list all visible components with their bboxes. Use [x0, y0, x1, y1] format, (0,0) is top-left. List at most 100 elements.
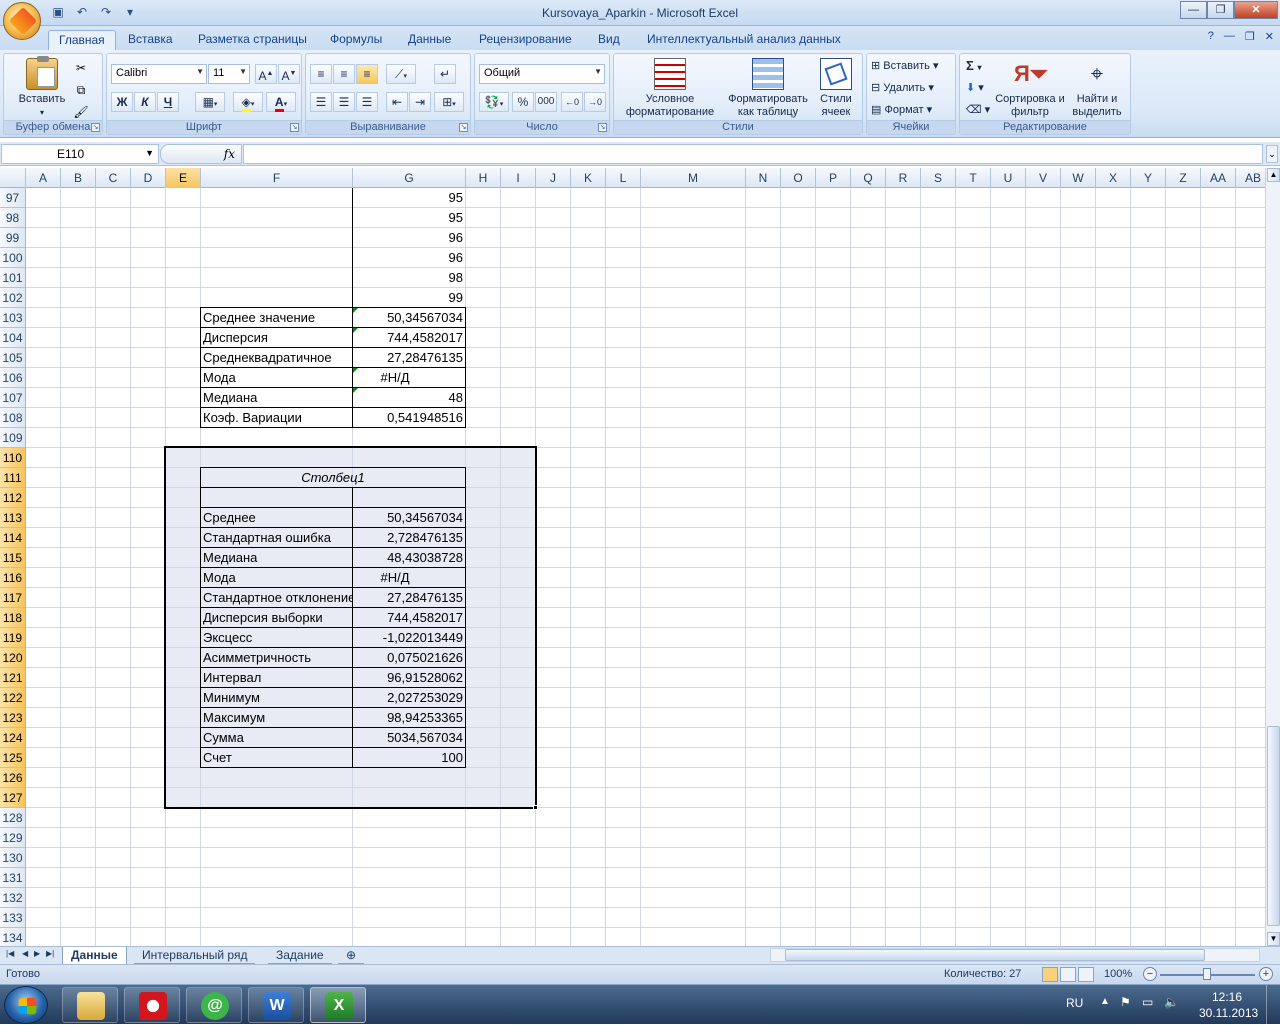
language-indicator[interactable]: RU [1066, 996, 1083, 1010]
format-cells-button[interactable]: ▤ Формат ▾ [871, 100, 932, 120]
shrink-font-button[interactable]: A▼ [278, 64, 300, 84]
row-header[interactable]: 133 [0, 908, 26, 928]
taskbar-excel[interactable]: X [310, 987, 366, 1023]
table-header-cell[interactable]: Столбец1 [201, 468, 465, 488]
tab-data-mining[interactable]: Интеллектуальный анализ данных [637, 30, 851, 50]
stat-label-cell[interactable]: Дисперсия выборки [201, 608, 352, 628]
expand-formula-bar-button[interactable]: ⌄ [1266, 145, 1278, 163]
clear-button[interactable]: ⌫ ▾ [966, 100, 990, 120]
paste-button[interactable]: Вставить ▾ [12, 56, 72, 119]
insert-sheet-icon[interactable]: ⊕ [338, 947, 365, 964]
row-header[interactable]: 122 [0, 688, 26, 708]
stat-value-cell[interactable]: 27,28476135 [353, 588, 465, 608]
scroll-down-arrow-icon[interactable]: ▼ [1267, 932, 1280, 946]
column-header[interactable]: C [96, 168, 131, 188]
value-cell[interactable]: 96 [353, 228, 465, 248]
row-header[interactable]: 132 [0, 888, 26, 908]
insert-function-button[interactable]: fx [224, 147, 235, 161]
ribbon-restore-icon[interactable]: ❐ [1245, 30, 1255, 43]
value-cell[interactable]: 95 [353, 188, 465, 208]
column-header[interactable]: F [201, 168, 353, 188]
column-header[interactable]: L [606, 168, 641, 188]
tab-data[interactable]: Данные [398, 30, 461, 50]
align-left-button[interactable]: ☰ [310, 92, 332, 112]
align-right-button[interactable]: ☰ [356, 92, 378, 112]
name-box[interactable]: E110 ▼ [1, 144, 159, 164]
stat-value-cell[interactable]: 2,728476135 [353, 528, 465, 548]
italic-button[interactable]: К [134, 92, 156, 112]
row-header[interactable]: 128 [0, 808, 26, 828]
stat-value-cell[interactable]: 98,94253365 [353, 708, 465, 728]
stat-value-cell[interactable]: 48,43038728 [353, 548, 465, 568]
stat-label-cell[interactable]: Асимметричность [201, 648, 352, 668]
row-header[interactable]: 121 [0, 668, 26, 688]
clock-time[interactable]: 12:16 [1212, 990, 1242, 1004]
row-header[interactable]: 124 [0, 728, 26, 748]
copy-icon[interactable]: ⧉ [70, 80, 92, 100]
borders-button[interactable]: ▦▾ [195, 92, 225, 112]
tab-formulas[interactable]: Формулы [320, 30, 392, 50]
tab-page-layout[interactable]: Разметка страницы [188, 30, 317, 50]
fill-color-button[interactable]: ◈▾ [233, 92, 263, 112]
tab-home[interactable]: Главная [48, 30, 116, 51]
column-header[interactable]: J [536, 168, 571, 188]
column-header[interactable]: R [886, 168, 921, 188]
row-header[interactable]: 104 [0, 328, 26, 348]
row-header[interactable]: 109 [0, 428, 26, 448]
value-cell[interactable]: 96 [353, 248, 465, 268]
stat-label-cell[interactable]: Коэф. Вариации [201, 408, 352, 428]
volume-icon[interactable]: 🔈 [1164, 995, 1179, 1009]
number-format-select[interactable]: Общий ▼ [479, 64, 605, 84]
page-break-view-icon[interactable] [1078, 967, 1094, 982]
row-header[interactable]: 114 [0, 528, 26, 548]
row-header[interactable]: 134 [0, 928, 26, 946]
stat-label-cell[interactable]: Стандартное отклонение [201, 588, 352, 608]
font-size-select[interactable]: 11 ▼ [208, 64, 250, 84]
stat-value-cell[interactable]: -1,022013449 [353, 628, 465, 648]
stat-value-cell[interactable]: 50,34567034 [353, 508, 465, 528]
stat-value-cell[interactable]: 5034,567034 [353, 728, 465, 748]
row-header[interactable]: 123 [0, 708, 26, 728]
ribbon-minimize-icon[interactable]: — [1224, 30, 1235, 43]
row-header[interactable]: 125 [0, 748, 26, 768]
insert-cells-button[interactable]: ⊞ Вставить ▾ [871, 56, 939, 76]
format-as-table-button[interactable]: Форматировать как таблицу [722, 58, 814, 119]
taskbar-explorer[interactable] [62, 987, 118, 1023]
fill-handle[interactable] [533, 805, 538, 810]
cell-styles-button[interactable]: Стили ячеек [812, 58, 860, 119]
tray-arrow-icon[interactable]: ▲ [1100, 996, 1110, 1007]
font-name-select[interactable]: Calibri ▼ [111, 64, 207, 84]
decrease-indent-button[interactable]: ⇤ [386, 92, 408, 112]
row-header[interactable]: 103 [0, 308, 26, 328]
column-header[interactable]: K [571, 168, 606, 188]
thousands-button[interactable]: 000 [535, 92, 557, 112]
stat-label-cell[interactable]: Дисперсия [201, 328, 352, 348]
stat-label-cell[interactable]: Стандартная ошибка [201, 528, 352, 548]
column-header[interactable]: H [466, 168, 501, 188]
row-header[interactable]: 119 [0, 628, 26, 648]
stat-label-cell[interactable]: Эксцесс [201, 628, 352, 648]
row-header[interactable]: 115 [0, 548, 26, 568]
error-indicator-icon[interactable] [353, 328, 358, 333]
stat-label-cell[interactable]: Медиана [201, 388, 352, 408]
horizontal-scroll-thumb[interactable] [785, 949, 1205, 961]
merge-center-button[interactable]: ⊞▾ [434, 92, 464, 112]
minimize-button[interactable]: — [1180, 1, 1207, 19]
sheet-tab-dannye[interactable]: Данные [62, 947, 127, 965]
stat-label-cell[interactable]: Среднеквадратичное [201, 348, 352, 368]
normal-view-icon[interactable] [1042, 967, 1058, 982]
column-header[interactable]: T [956, 168, 991, 188]
column-header[interactable]: Y [1131, 168, 1166, 188]
office-button[interactable] [3, 2, 41, 40]
sort-filter-button[interactable]: Я⏷ Сортировка и фильтр [994, 58, 1066, 119]
zoom-out-icon[interactable]: − [1143, 967, 1157, 981]
align-top-button[interactable]: ≡ [310, 64, 332, 84]
worksheet[interactable]: A B C D E F G H I J K L M N O P Q R S T U V W X Y Z AA AB 97 98 99 100… [0, 168, 1265, 946]
row-header[interactable]: 118 [0, 608, 26, 628]
row-header[interactable]: 105 [0, 348, 26, 368]
row-header[interactable]: 127 [0, 788, 26, 808]
stat-value-cell[interactable]: #Н/Д [353, 368, 465, 388]
taskbar-mail-agent[interactable]: @ [186, 987, 242, 1023]
sheet-tab-zadanie[interactable]: Задание [268, 947, 332, 964]
align-middle-button[interactable]: ≡ [333, 64, 355, 84]
